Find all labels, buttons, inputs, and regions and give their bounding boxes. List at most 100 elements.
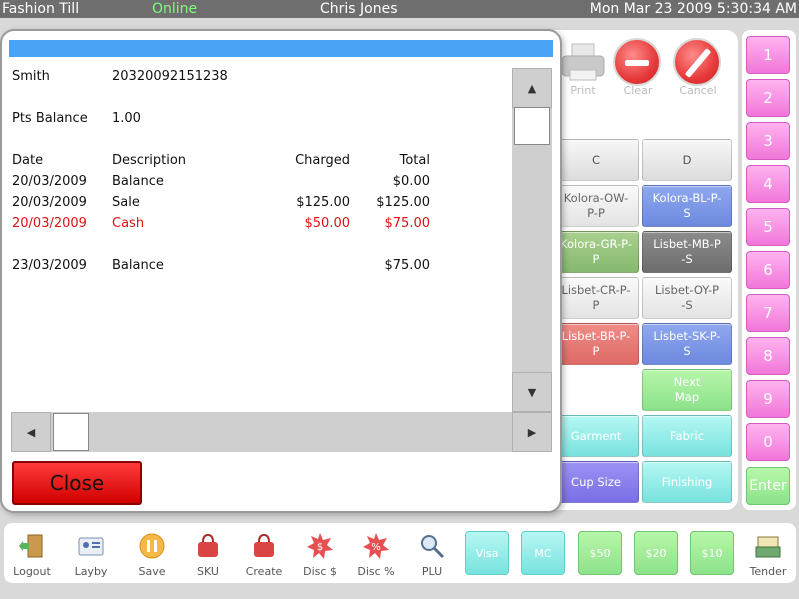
status-bar: Fashion Till Online Chris Jones Mon Mar … <box>0 0 799 18</box>
arrow-up-icon: ▲ <box>527 81 537 95</box>
points-balance-value: 1.00 <box>112 111 141 126</box>
garment-button[interactable]: Garment <box>553 415 639 457</box>
cup-size-button[interactable]: Cup Size <box>553 461 639 503</box>
numpad-key-6[interactable]: 6 <box>746 251 790 289</box>
column-header-description: Description <box>112 153 187 168</box>
row-description: Sale <box>112 195 140 210</box>
fabric-button[interactable]: Fabric <box>642 415 732 457</box>
clear-button[interactable]: Clear <box>612 38 664 98</box>
cash-register-icon <box>755 536 781 558</box>
tender-button[interactable]: Tender <box>745 528 791 578</box>
save-button[interactable]: Save <box>129 528 175 578</box>
vertical-scroll-thumb[interactable] <box>514 107 550 145</box>
datetime: Mon Mar 23 2009 5:30:34 AM <box>589 1 797 17</box>
svg-text:$: $ <box>317 542 323 553</box>
product-lisbet-sk[interactable]: Lisbet-SK-P- S <box>642 323 732 365</box>
cancel-label: Cancel <box>679 84 717 97</box>
sku-button[interactable]: SKU <box>185 528 231 578</box>
product-kolora-gr[interactable]: Kolora-GR-P- P <box>553 231 639 273</box>
disc-dollar-label: Disc $ <box>303 565 337 578</box>
customer-id: 20320092151238 <box>112 69 228 84</box>
plu-label: PLU <box>421 565 443 578</box>
scroll-left-button[interactable]: ◀ <box>11 412 51 452</box>
numpad-key-7[interactable]: 7 <box>746 294 790 332</box>
finishing-button[interactable]: Finishing <box>642 461 732 503</box>
svg-text:%: % <box>371 542 381 553</box>
horizontal-scroll-thumb[interactable] <box>53 413 89 451</box>
sku-label: SKU <box>197 565 219 578</box>
numpad-key-4[interactable]: 4 <box>746 165 790 203</box>
arrow-left-icon: ◀ <box>26 425 36 439</box>
row-total: $75.00 <box>384 258 431 273</box>
create-button[interactable]: Create <box>241 528 287 578</box>
product-kolora-bl[interactable]: Kolora-BL-P- S <box>642 185 732 227</box>
points-balance-label: Pts Balance <box>12 111 88 126</box>
layby-button[interactable]: Layby <box>68 528 114 578</box>
handbag-icon <box>198 533 218 557</box>
cash-50-button[interactable]: $50 <box>578 531 622 575</box>
product-lisbet-oy[interactable]: Lisbet-OY-P -S <box>642 277 732 319</box>
row-total: $125.00 <box>376 195 430 210</box>
row-charged: $50.00 <box>304 216 351 231</box>
row-description: Balance <box>112 174 164 189</box>
row-total: $75.00 <box>384 216 431 231</box>
printer-icon <box>561 43 605 81</box>
magnifier-icon <box>421 535 445 559</box>
create-label: Create <box>245 565 283 578</box>
mastercard-button[interactable]: MC <box>521 531 565 575</box>
visa-button[interactable]: Visa <box>465 531 509 575</box>
scroll-down-button[interactable]: ▼ <box>512 372 552 412</box>
row-date: 20/03/2009 <box>12 174 87 189</box>
column-header-total: Total <box>399 153 430 168</box>
numpad-key-0[interactable]: 0 <box>746 423 790 461</box>
customer-name: Smith <box>12 69 50 84</box>
app-title: Fashion Till <box>2 1 80 17</box>
print-button[interactable]: Print <box>560 40 606 98</box>
numpad-key-9[interactable]: 9 <box>746 380 790 418</box>
column-header-charged: Charged <box>295 153 350 168</box>
row-date: 20/03/2009 <box>12 195 87 210</box>
cash-10-button[interactable]: $10 <box>690 531 734 575</box>
account-history-dialog: Smith 20320092151238 Pts Balance 1.00 Da… <box>0 29 562 513</box>
product-lisbet-mb[interactable]: Lisbet-MB-P -S <box>642 231 732 273</box>
enter-button[interactable]: Enter <box>746 467 790 505</box>
arrow-right-icon: ▶ <box>527 425 537 439</box>
handbag-icon <box>254 533 274 557</box>
plu-button[interactable]: PLU <box>409 528 455 578</box>
discount-percent-button[interactable]: % Disc % <box>353 528 399 578</box>
connection-status: Online <box>152 1 198 17</box>
scroll-right-button[interactable]: ▶ <box>512 412 552 452</box>
column-d-header[interactable]: D <box>642 139 732 181</box>
numpad-key-5[interactable]: 5 <box>746 208 790 246</box>
product-kolora-ow[interactable]: Kolora-OW- P-P <box>553 185 639 227</box>
cancel-button[interactable]: Cancel <box>672 38 724 98</box>
minus-icon <box>613 38 661 86</box>
next-map-button[interactable]: Next Map <box>642 369 732 411</box>
door-exit-icon <box>19 534 43 558</box>
column-c-header[interactable]: C <box>553 139 639 181</box>
horizontal-scrollbar[interactable] <box>11 412 552 452</box>
save-label: Save <box>138 565 166 578</box>
tender-label: Tender <box>749 565 787 578</box>
numpad-key-8[interactable]: 8 <box>746 337 790 375</box>
numpad-key-2[interactable]: 2 <box>746 79 790 117</box>
print-label: Print <box>570 84 596 97</box>
logout-button[interactable]: Logout <box>9 528 55 578</box>
close-button[interactable]: Close <box>12 461 142 505</box>
layby-label: Layby <box>74 565 108 578</box>
product-lisbet-cr[interactable]: Lisbet-CR-P- P <box>553 277 639 319</box>
scroll-up-button[interactable]: ▲ <box>512 68 552 108</box>
pause-icon <box>139 533 165 559</box>
current-user: Chris Jones <box>320 1 398 17</box>
discount-burst-icon: % <box>363 533 389 559</box>
discount-dollar-button[interactable]: $ Disc $ <box>297 528 343 578</box>
row-date: 23/03/2009 <box>12 258 87 273</box>
row-description: Cash <box>112 216 145 231</box>
row-date: 20/03/2009 <box>12 216 87 231</box>
cash-20-button[interactable]: $20 <box>634 531 678 575</box>
product-lisbet-br[interactable]: Lisbet-BR-P- P <box>553 323 639 365</box>
slash-icon <box>673 38 721 86</box>
numpad-key-1[interactable]: 1 <box>746 36 790 74</box>
column-header-date: Date <box>12 153 44 168</box>
numpad-key-3[interactable]: 3 <box>746 122 790 160</box>
